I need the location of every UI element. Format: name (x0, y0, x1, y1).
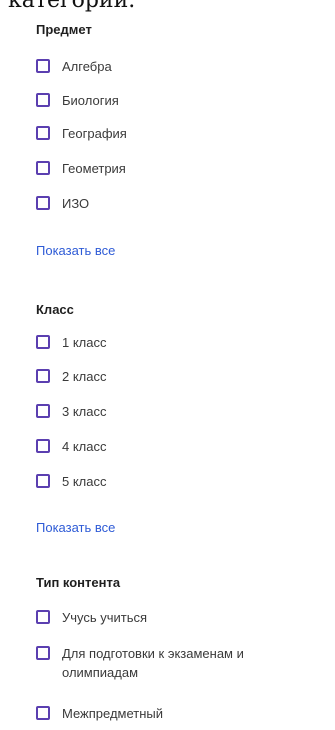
filter-option[interactable]: Для подготовки к экзаменам и олимпиадам (36, 644, 306, 682)
option-label: Учусь учиться (62, 610, 148, 625)
show-all-link[interactable]: Показать все (36, 520, 326, 535)
checkbox[interactable] (36, 610, 50, 624)
option-label: Биология (62, 93, 119, 108)
checkbox[interactable] (36, 439, 50, 453)
filter-option[interactable]: 3 класс (36, 402, 326, 421)
checkbox[interactable] (36, 59, 50, 73)
checkbox[interactable] (36, 93, 50, 107)
option-label: 2 класс (62, 369, 107, 384)
option-label: Геометрия (62, 161, 126, 176)
checkbox[interactable] (36, 335, 50, 349)
checkbox[interactable] (36, 646, 50, 660)
filter-option[interactable]: Алгебра (36, 57, 326, 76)
filter-option[interactable]: 4 класс (36, 437, 326, 456)
filter-option[interactable]: 5 класс (36, 472, 326, 491)
section-title: Предмет (36, 22, 92, 37)
filter-option[interactable]: Биология (36, 91, 326, 110)
filter-option[interactable]: География (36, 124, 326, 143)
filter-option[interactable]: Геометрия (36, 159, 326, 178)
option-label: 3 класс (62, 404, 107, 419)
option-label: 5 класс (62, 474, 107, 489)
filter-section-grade: Класс (36, 302, 326, 317)
filter-section-content-type: Тип контента (36, 575, 326, 590)
checkbox[interactable] (36, 706, 50, 720)
filter-option[interactable]: 2 класс (36, 367, 326, 386)
option-label: ИЗО (62, 196, 90, 211)
option-label: Алгебра (62, 59, 112, 74)
checkbox[interactable] (36, 404, 50, 418)
filter-option[interactable]: Учусь учиться (36, 608, 326, 627)
filter-option[interactable]: 1 класс (36, 333, 326, 352)
section-title: Тип контента (36, 575, 121, 590)
filter-option[interactable]: Межпредметный (36, 704, 326, 723)
option-label: География (62, 126, 127, 141)
filter-section-subject: Предмет (36, 22, 326, 37)
checkbox[interactable] (36, 474, 50, 488)
option-label: 4 класс (62, 439, 107, 454)
option-label: 1 класс (62, 335, 107, 350)
checkbox[interactable] (36, 161, 50, 175)
section-title: Класс (36, 302, 74, 317)
show-all-link[interactable]: Показать все (36, 243, 326, 258)
option-label: Для подготовки к экзаменам и олимпиадам (62, 646, 244, 680)
truncated-heading: категории. (8, 0, 136, 13)
checkbox[interactable] (36, 196, 50, 210)
option-label: Межпредметный (62, 706, 164, 721)
checkbox[interactable] (36, 126, 50, 140)
filter-option[interactable]: ИЗО (36, 194, 326, 213)
checkbox[interactable] (36, 369, 50, 383)
